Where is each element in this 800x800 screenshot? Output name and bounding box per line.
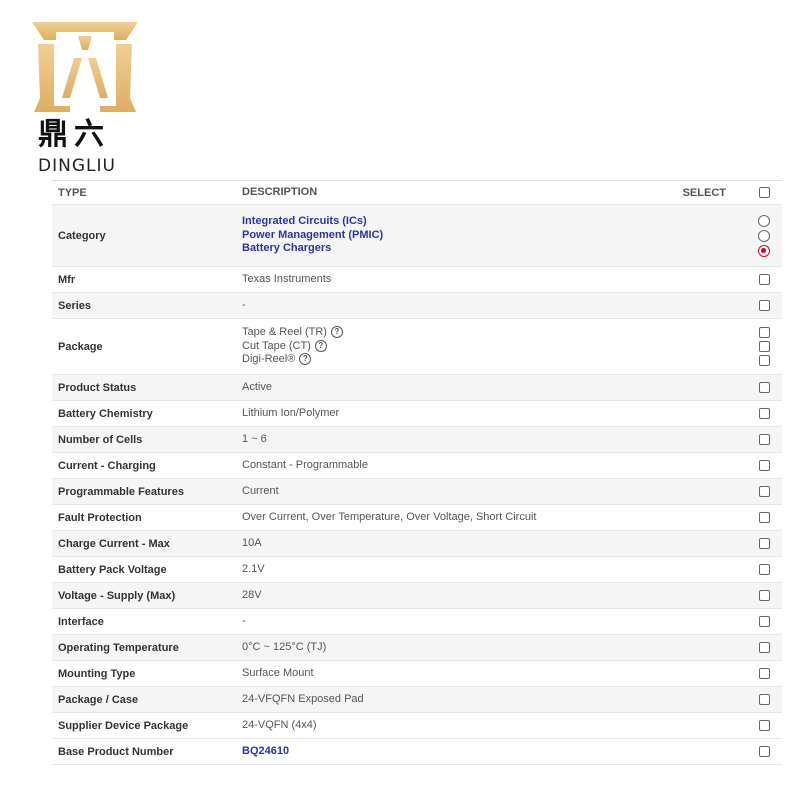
row-checkbox[interactable] [758,382,770,393]
brand-logo: 鼎六 DINGLIU [30,18,140,176]
table-row: Operating Temperature 0°C ~ 125°C (TJ) [52,635,782,661]
row-label: Package / Case [58,693,139,706]
table-row: Package / Case 24-VFQFN Exposed Pad [52,687,782,713]
table-row: Supplier Device Package 24-VQFN (4x4) [52,713,782,739]
package-checkbox-tape-reel[interactable] [758,327,770,338]
row-value: - [242,298,246,311]
row-checkbox[interactable] [758,486,770,497]
product-attributes-table: TYPE DESCRIPTION SELECT Category Integra… [52,180,782,765]
row-label: Current - Charging [58,459,156,472]
row-checkbox[interactable] [758,300,770,311]
row-label: Supplier Device Package [58,719,189,732]
category-values: Integrated Circuits (ICs) Power Manageme… [242,215,670,256]
row-label: Battery Chemistry [58,407,153,420]
row-checkbox[interactable] [758,512,770,523]
table-row-mfr: Mfr Texas Instruments [52,267,782,293]
row-checkbox[interactable] [758,668,770,679]
base-product-link[interactable]: BQ24610 [242,745,289,757]
table-row-package: Package Tape & Reel (TR)? Cut Tape (CT)?… [52,319,782,375]
row-label: Number of Cells [58,433,143,446]
row-value: 10A [242,536,262,549]
brand-name-cn: 鼎六 [38,117,110,152]
row-value: Lithium Ion/Polymer [242,406,340,419]
row-value: Constant - Programmable [242,458,368,471]
help-icon[interactable]: ? [314,339,327,352]
row-label: Package [58,340,103,353]
row-label: Voltage - Supply (Max) [58,589,176,602]
row-value: Texas Instruments [242,272,332,285]
category-radio-pmic[interactable] [758,229,770,242]
category-link-pmic[interactable]: Power Management (PMIC) [242,229,670,243]
table-row: Number of Cells 1 ~ 6 [52,427,782,453]
table-row: Product Status Active [52,375,782,401]
logo-mark-icon [32,22,138,112]
row-value: 24-VFQFN Exposed Pad [242,692,364,705]
row-checkbox[interactable] [758,694,770,705]
row-checkbox[interactable] [758,616,770,627]
table-row: Charge Current - Max 10A [52,531,782,557]
package-checkbox-cut-tape[interactable] [758,341,770,352]
table-row-base-product-number: Base Product Number BQ24610 [52,739,782,765]
row-label: Fault Protection [58,511,142,524]
table-row: Battery Pack Voltage 2.1V [52,557,782,583]
header-type: TYPE [58,186,87,199]
table-row: Current - Charging Constant - Programmabl… [52,453,782,479]
row-checkbox[interactable] [758,590,770,601]
table-row: Programmable Features Current [52,479,782,505]
row-value: - [242,614,246,627]
brand-name-en: DINGLIU [38,156,116,176]
row-label: Series [58,299,92,312]
package-option-tape-reel: Tape & Reel (TR) [242,326,327,339]
header-select: SELECT [682,186,726,199]
table-row-series: Series - [52,293,782,319]
row-checkbox[interactable] [758,460,770,471]
row-value: Current [242,484,279,497]
table-row: Voltage - Supply (Max) 28V [52,583,782,609]
package-option-cut-tape: Cut Tape (CT) [242,339,311,352]
row-value: 2.1V [242,562,265,575]
row-label: Charge Current - Max [58,537,170,550]
category-radio-battery-chargers[interactable] [758,244,770,257]
row-label: Category [58,229,106,242]
row-label: Mfr [58,273,76,286]
row-value: Active [242,380,272,393]
row-checkbox[interactable] [758,746,770,757]
row-value: 1 ~ 6 [242,432,267,445]
row-checkbox[interactable] [758,538,770,549]
row-checkbox[interactable] [758,642,770,653]
row-label: Interface [58,615,104,628]
row-label: Battery Pack Voltage [58,563,167,576]
row-checkbox[interactable] [758,408,770,419]
row-value: Over Current, Over Temperature, Over Vol… [242,510,537,523]
help-icon[interactable]: ? [299,353,312,366]
table-row: Fault Protection Over Current, Over Tempe… [52,505,782,531]
table-row: Mounting Type Surface Mount [52,661,782,687]
row-checkbox[interactable] [758,274,770,285]
package-values: Tape & Reel (TR)? Cut Tape (CT)? Digi-Re… [242,326,670,367]
table-row: Battery Chemistry Lithium Ion/Polymer [52,401,782,427]
select-all-checkbox[interactable] [758,187,770,198]
row-checkbox[interactable] [758,434,770,445]
help-icon[interactable]: ? [330,326,343,339]
row-value: Surface Mount [242,666,314,679]
row-label: Operating Temperature [58,641,179,654]
table-row-category: Category Integrated Circuits (ICs) Power… [52,205,782,267]
header-description: DESCRIPTION [242,185,318,198]
category-radio-ics[interactable] [758,214,770,227]
package-checkbox-digi-reel[interactable] [758,355,770,366]
row-value: 28V [242,588,262,601]
category-link-ics[interactable]: Integrated Circuits (ICs) [242,215,670,229]
row-checkbox[interactable] [758,564,770,575]
category-link-battery-chargers[interactable]: Battery Chargers [242,242,670,256]
row-label: Mounting Type [58,667,136,680]
row-label: Product Status [58,381,137,394]
table-header: TYPE DESCRIPTION SELECT [52,181,782,205]
row-label: Base Product Number [58,745,174,758]
row-value: 24-VQFN (4x4) [242,718,317,731]
row-checkbox[interactable] [758,720,770,731]
table-row: Interface - [52,609,782,635]
row-label: Programmable Features [58,485,184,498]
package-option-digi-reel: Digi-Reel® [242,353,296,366]
row-value: 0°C ~ 125°C (TJ) [242,640,327,653]
